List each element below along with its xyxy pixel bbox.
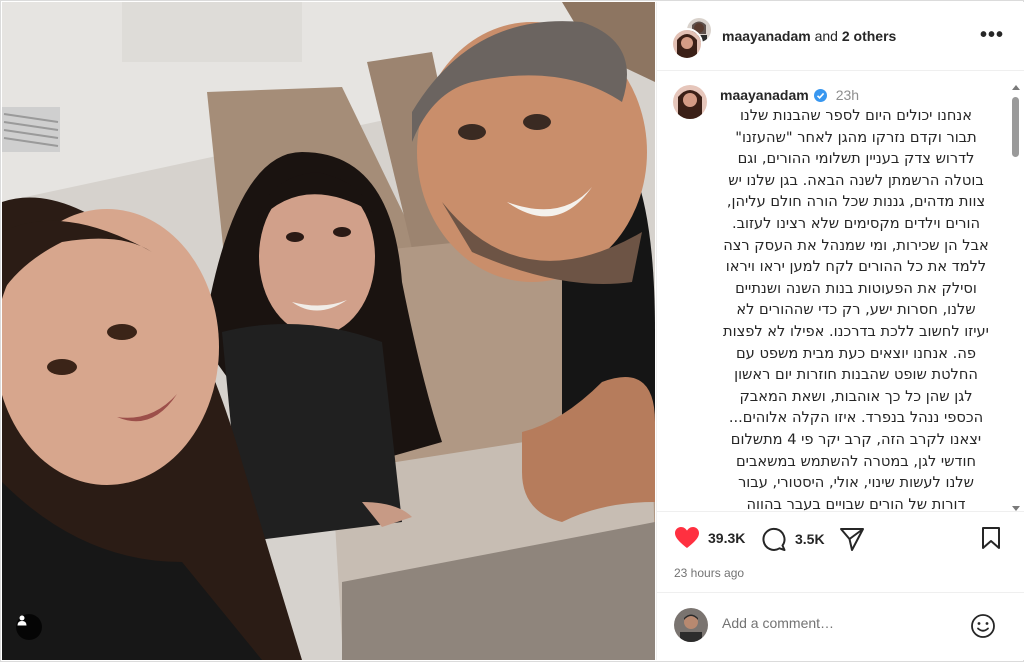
collab-avatars[interactable] [671,16,713,60]
scroll-up-icon[interactable] [1012,85,1020,90]
comment-count[interactable]: 3.5K [795,531,825,547]
comment-icon [762,527,786,551]
more-icon[interactable]: ••• [980,25,1004,45]
avatar[interactable] [673,85,707,119]
caption-username[interactable]: maayanadam [720,87,809,103]
caption-time[interactable]: 23h [836,87,859,103]
bookmark-icon [982,527,1000,549]
like-button[interactable]: 39.3K [674,526,745,550]
like-count[interactable]: 39.3K [708,530,745,546]
avatar [674,608,708,642]
header-others[interactable]: 2 others [842,28,896,44]
post-dialog: maayanadam and 2 others ••• maayanadam 2… [0,0,1024,662]
action-bar: 39.3K 3.5K 23 hours ago [657,511,1024,592]
post-owner[interactable]: maayanadam and 2 others [722,28,896,44]
emoji-icon [971,614,995,638]
caption-text: אנחנו יכולים היום לספר שהבנות שלנו תבור … [723,107,989,511]
share-button[interactable] [839,526,865,552]
posted-time[interactable]: 23 hours ago [674,566,744,580]
selfie-image [2,2,655,660]
verified-icon [813,88,827,102]
comment-composer: Add a comment… [657,592,1024,661]
save-button[interactable] [980,526,1002,550]
avatar [671,28,703,60]
caption-header: maayanadam 23h [720,87,859,103]
header-username[interactable]: maayanadam [722,28,811,44]
comment-button[interactable]: 3.5K [761,526,825,552]
scroll-thumb[interactable] [1012,97,1019,157]
heart-icon [675,527,699,548]
post-header: maayanadam and 2 others ••• [657,2,1024,71]
caption-scrollbar[interactable] [1011,85,1020,511]
emoji-button[interactable] [970,613,996,644]
post-sidebar: maayanadam and 2 others ••• maayanadam 2… [656,2,1024,660]
header-and: and [814,28,838,44]
post-photo[interactable] [2,2,655,660]
comment-input[interactable]: Add a comment… [722,615,834,631]
tag-user-icon [17,615,27,626]
caption-section[interactable]: maayanadam 23h אנחנו יכולים היום לספר שה… [657,71,1024,511]
tag-user-button[interactable] [16,614,42,640]
share-icon [840,528,864,551]
